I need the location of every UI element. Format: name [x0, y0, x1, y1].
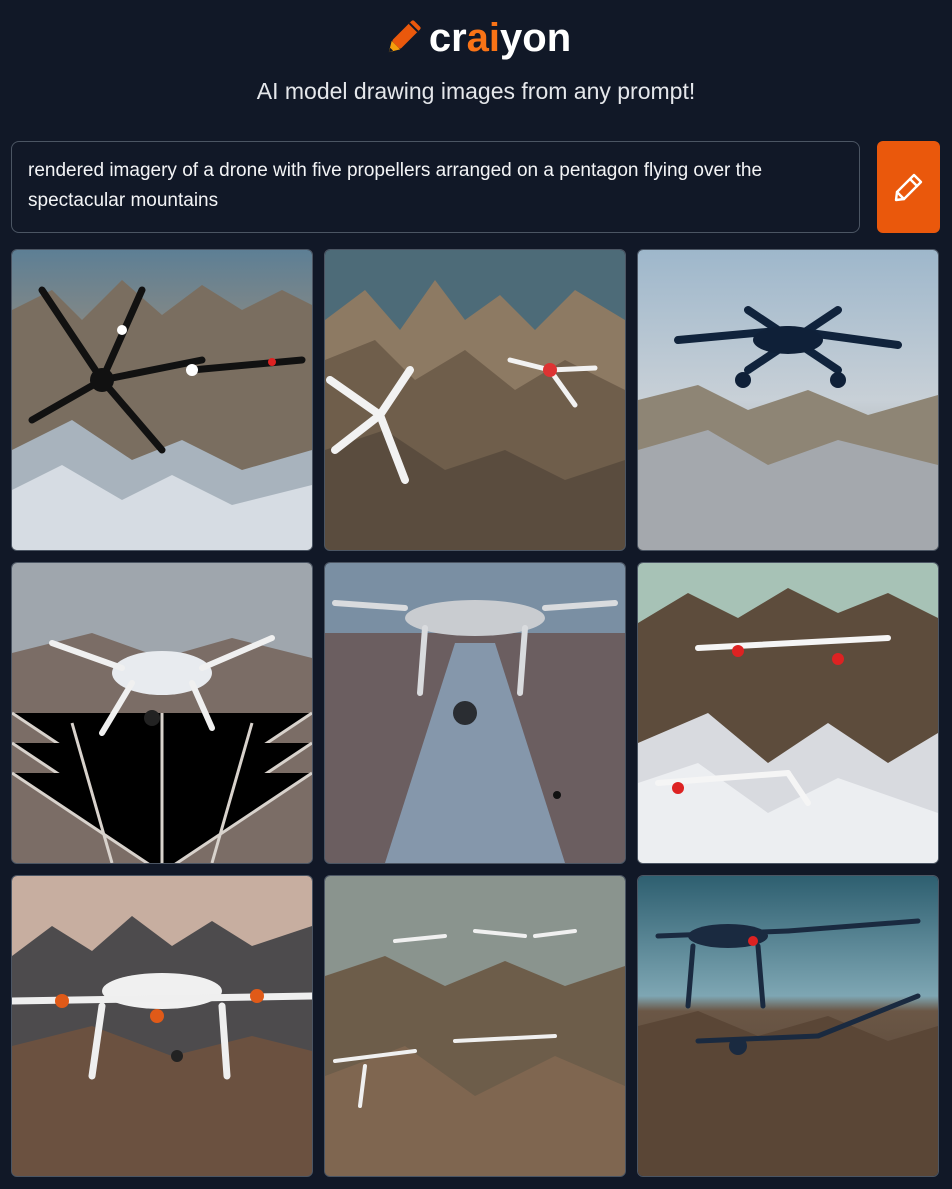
generated-image-7[interactable]	[11, 875, 313, 1177]
generated-image-6[interactable]	[637, 562, 939, 864]
draw-button[interactable]	[877, 141, 940, 233]
pencil-logo-icon	[388, 20, 421, 53]
logo-prefix: cr	[428, 16, 467, 60]
generated-image-1[interactable]	[11, 249, 313, 551]
generated-image-5[interactable]	[324, 562, 626, 864]
image-grid	[11, 249, 941, 1177]
tagline: AI model drawing images from any prompt!	[256, 78, 696, 104]
craiyon-logo[interactable]: craiyon	[0, 14, 952, 62]
header: craiyon AI model drawing images from any…	[0, 0, 952, 140]
generated-image-4[interactable]	[11, 562, 313, 864]
logo-text: craiyon	[429, 14, 571, 62]
logo-suffix: yon	[500, 16, 572, 60]
generated-image-2[interactable]	[324, 249, 626, 551]
generated-image-9[interactable]	[637, 875, 939, 1177]
generated-image-3[interactable]	[637, 249, 939, 551]
pencil-icon	[894, 173, 922, 202]
logo-ai: ai	[466, 16, 501, 60]
prompt-input[interactable]	[11, 141, 860, 233]
generated-image-8[interactable]	[324, 875, 626, 1177]
